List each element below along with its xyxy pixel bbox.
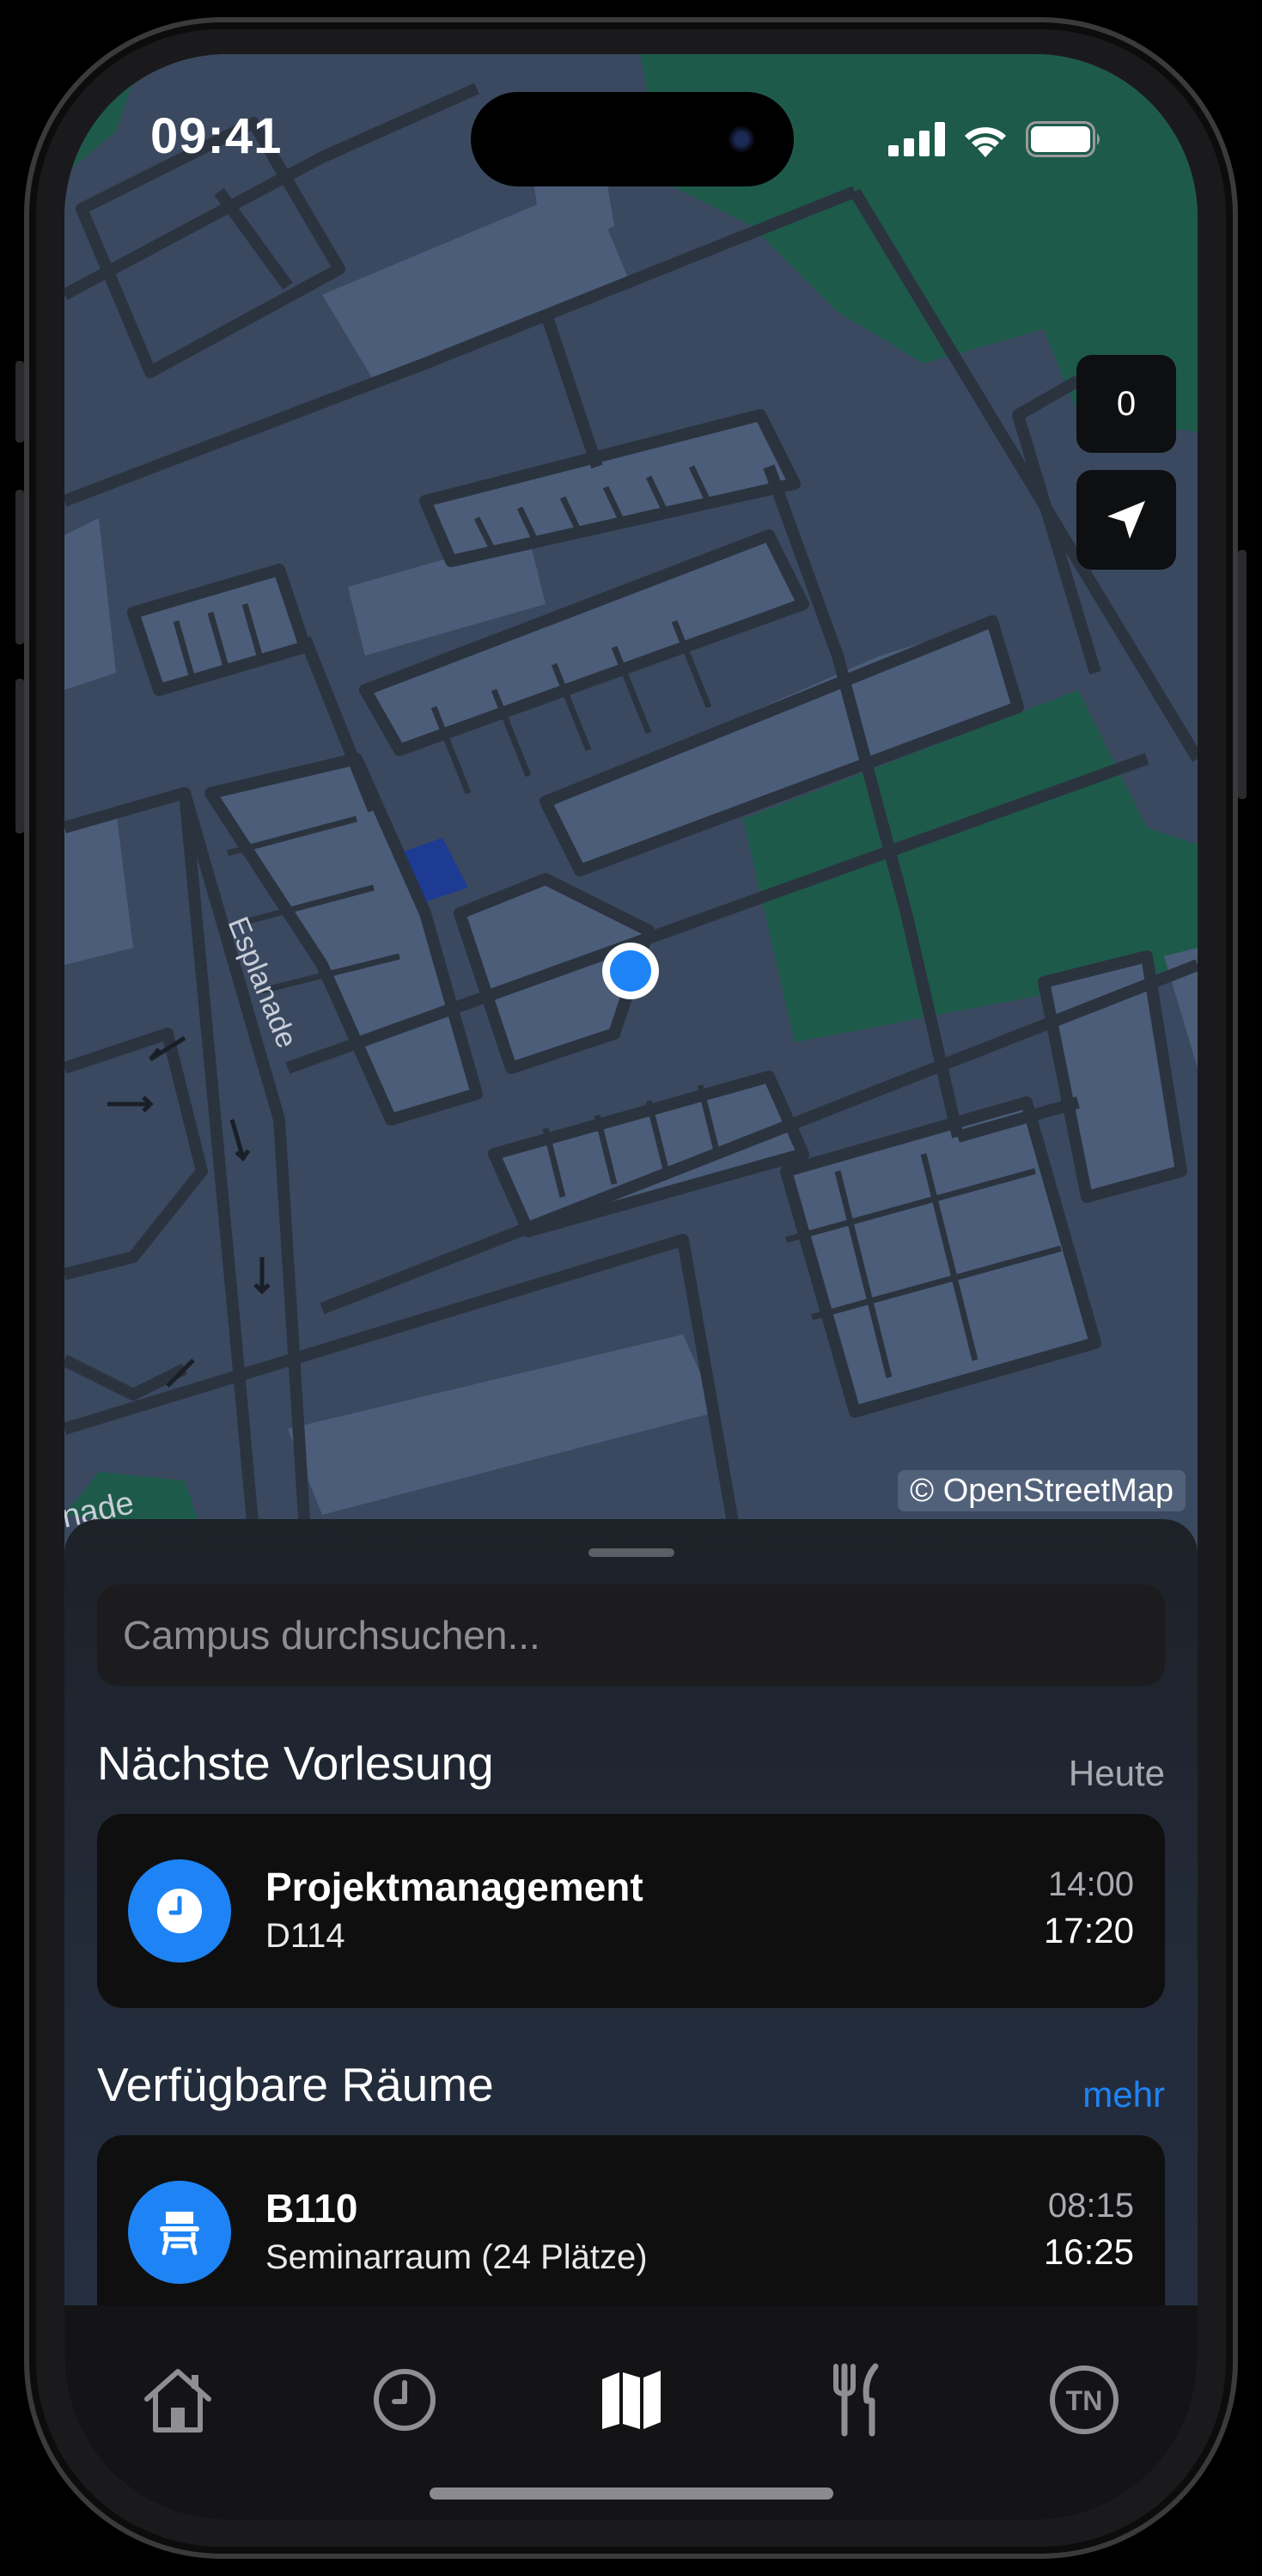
available-rooms-more-link[interactable]: mehr [1082,2074,1165,2115]
room-description: Seminarraum (24 Plätze) [265,2238,648,2276]
available-rooms-heading: Verfügbare Räume [97,2058,494,2111]
lecture-end-time: 17:20 [1043,1910,1134,1950]
next-lecture-heading: Nächste Vorlesung [97,1737,494,1790]
tab-home[interactable] [135,2357,221,2443]
volume-up-button [15,490,24,644]
cellular-signal-icon [888,122,945,156]
next-lecture-date: Heute [1068,1753,1165,1793]
tab-dining[interactable] [814,2357,900,2443]
sheet-grabber[interactable] [588,1548,674,1557]
avatar-initials-icon: TN [1050,2365,1119,2434]
map-counter-button[interactable]: 0 [1076,355,1176,453]
map-icon [602,2371,661,2429]
campus-search-input[interactable] [97,1584,1165,1686]
clock-icon [128,1859,231,1963]
tab-profile[interactable]: TN [1041,2357,1127,2443]
power-button [1238,550,1247,799]
campus-map[interactable]: Esplanade nade [64,54,1198,1532]
action-button [15,361,24,443]
tab-map[interactable] [588,2357,674,2443]
lecture-name: Projektmanagement [265,1865,643,1909]
profile-initials: TN [1066,2385,1103,2416]
room-free-from: 08:15 [1047,2187,1134,2225]
map-attribution[interactable]: © OpenStreetMap [898,1470,1186,1511]
volume-down-button [15,679,24,833]
available-room-card[interactable]: B110 Seminarraum (24 Plätze) 08:15 16:25 [97,2135,1165,2329]
user-location-dot-core [610,950,651,992]
dynamic-island [471,92,794,186]
status-bar-time: 09:41 [150,108,283,164]
locate-me-button[interactable] [1076,470,1176,570]
tab-schedule[interactable] [362,2357,448,2443]
room-free-until: 16:25 [1043,2231,1134,2272]
desk-chair-icon [128,2181,231,2284]
fork-knife-icon [833,2363,879,2437]
home-indicator[interactable] [430,2487,833,2500]
wifi-icon [965,127,1006,157]
lecture-start-time: 14:00 [1047,1865,1134,1903]
lecture-room: D114 [265,1917,345,1955]
clock-icon [374,2369,436,2431]
map-counter-value: 0 [1116,384,1137,423]
screen: Esplanade nade 09:41 0 © OpenStreetMap C… [64,54,1198,2520]
front-camera [729,126,754,152]
status-icons [888,121,1103,157]
location-arrow-icon [1107,501,1145,539]
house-icon [144,2369,211,2433]
room-name: B110 [265,2186,358,2231]
battery-icon [1026,121,1100,157]
next-lecture-card[interactable]: Projektmanagement D114 14:00 17:20 [97,1814,1165,2008]
